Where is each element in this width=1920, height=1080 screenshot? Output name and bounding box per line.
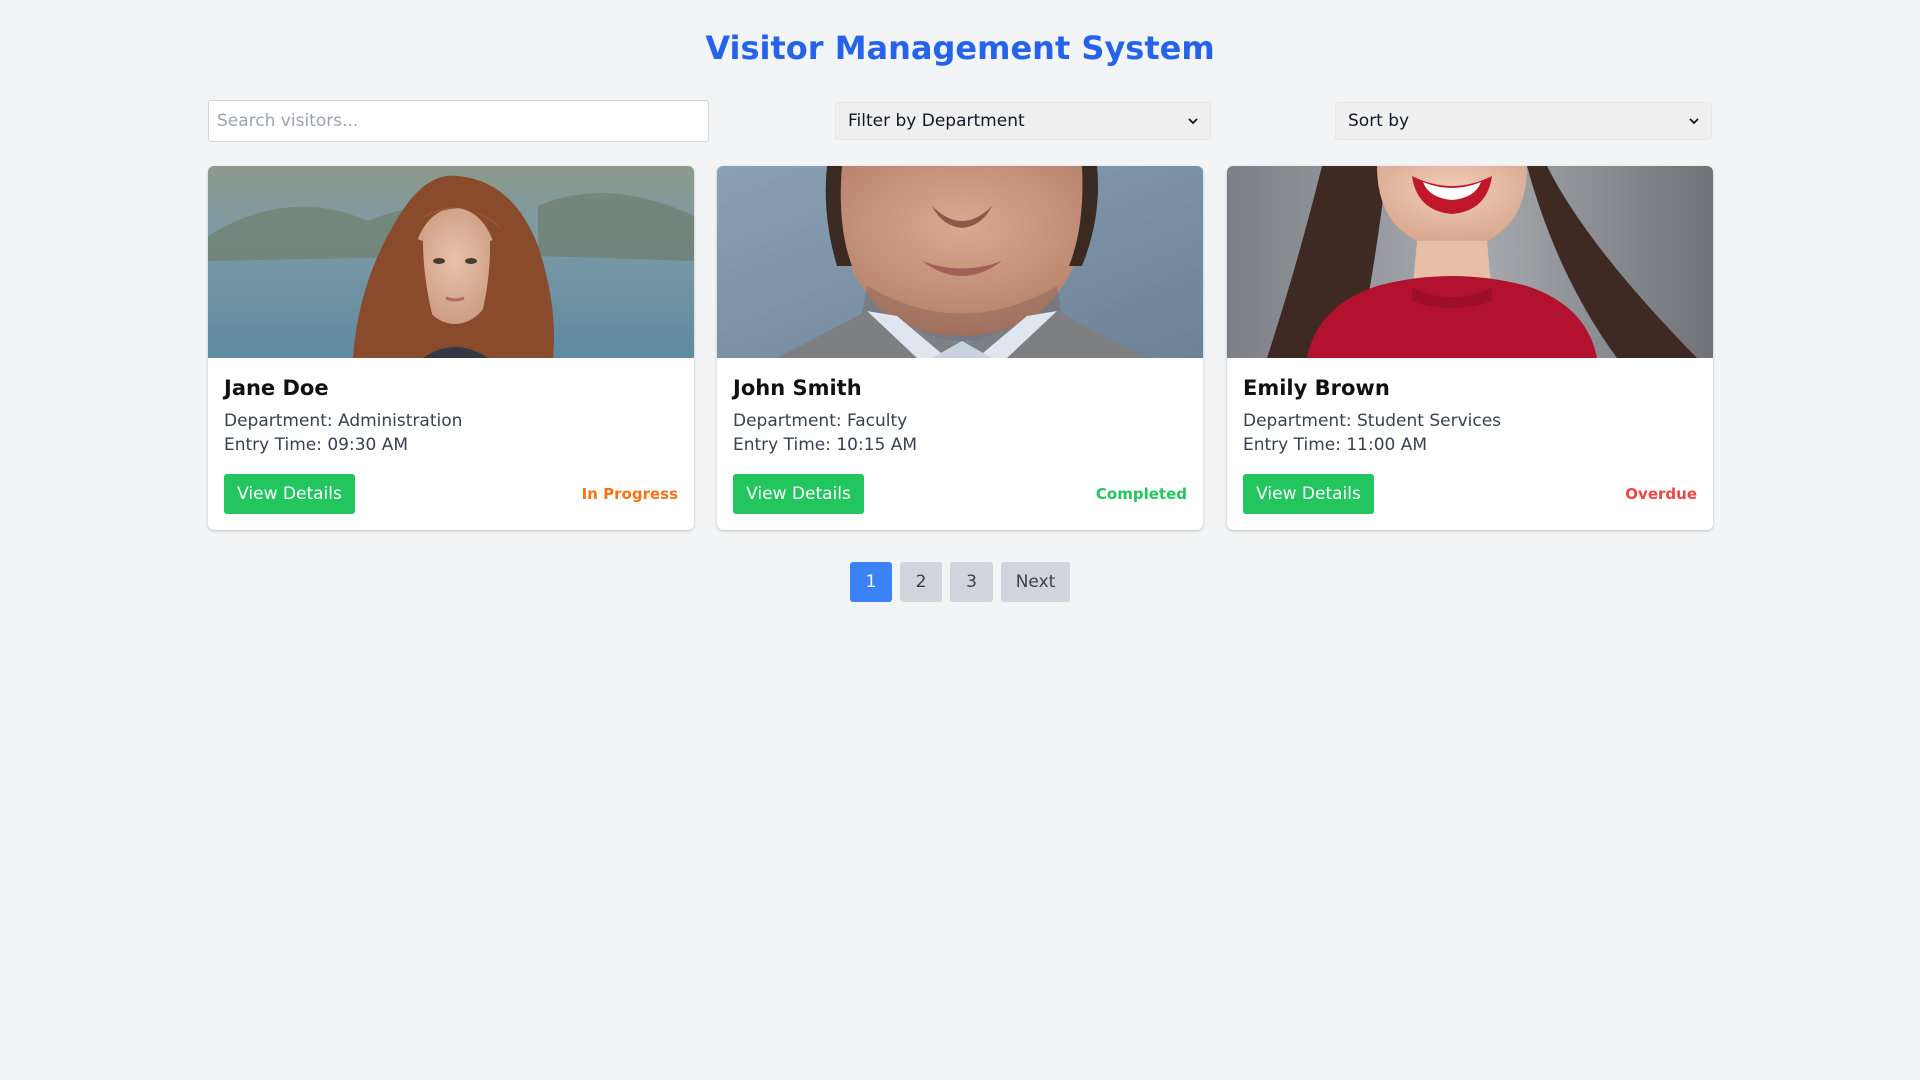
visitor-photo [208,166,694,358]
page-button-1[interactable]: 1 [850,562,892,602]
visitor-card: Emily Brown Department: Student Services… [1227,166,1713,530]
search-input[interactable] [208,100,709,142]
visitor-name: Emily Brown [1243,376,1390,400]
visitor-entry-time: Entry Time: 09:30 AM [224,435,409,455]
department-filter-value: Filter by Department [848,111,1025,131]
page-button-3[interactable]: 3 [950,562,993,602]
visitor-entry-time: Entry Time: 11:00 AM [1243,435,1428,455]
page-button-2[interactable]: 2 [900,562,942,602]
page-title: Visitor Management System [705,29,1215,67]
view-details-button[interactable]: View Details [1243,474,1374,514]
visitor-card: Jane Doe Department: Administration Entr… [208,166,694,530]
view-details-button[interactable]: View Details [224,474,355,514]
visitor-department: Department: Student Services [1243,411,1502,431]
status-badge: Overdue [1625,485,1697,503]
visitor-department: Department: Administration [224,411,463,431]
visitor-entry-time: Entry Time: 10:15 AM [733,435,918,455]
sort-value: Sort by [1348,111,1410,131]
visitor-photo [717,166,1203,358]
chevron-down-icon [1188,118,1198,125]
next-page-button[interactable]: Next [1001,562,1070,602]
visitor-name: Jane Doe [224,376,329,400]
sort-select[interactable]: Sort by [1335,102,1712,140]
status-badge: Completed [1095,485,1187,503]
department-filter-select[interactable]: Filter by Department [835,102,1211,140]
status-badge: In Progress [581,485,678,503]
visitor-department: Department: Faculty [733,411,908,431]
visitor-photo [1227,166,1713,358]
visitor-name: John Smith [733,376,862,400]
visitor-card: John Smith Department: Faculty Entry Tim… [717,166,1203,530]
chevron-down-icon [1689,118,1699,125]
view-details-button[interactable]: View Details [733,474,864,514]
